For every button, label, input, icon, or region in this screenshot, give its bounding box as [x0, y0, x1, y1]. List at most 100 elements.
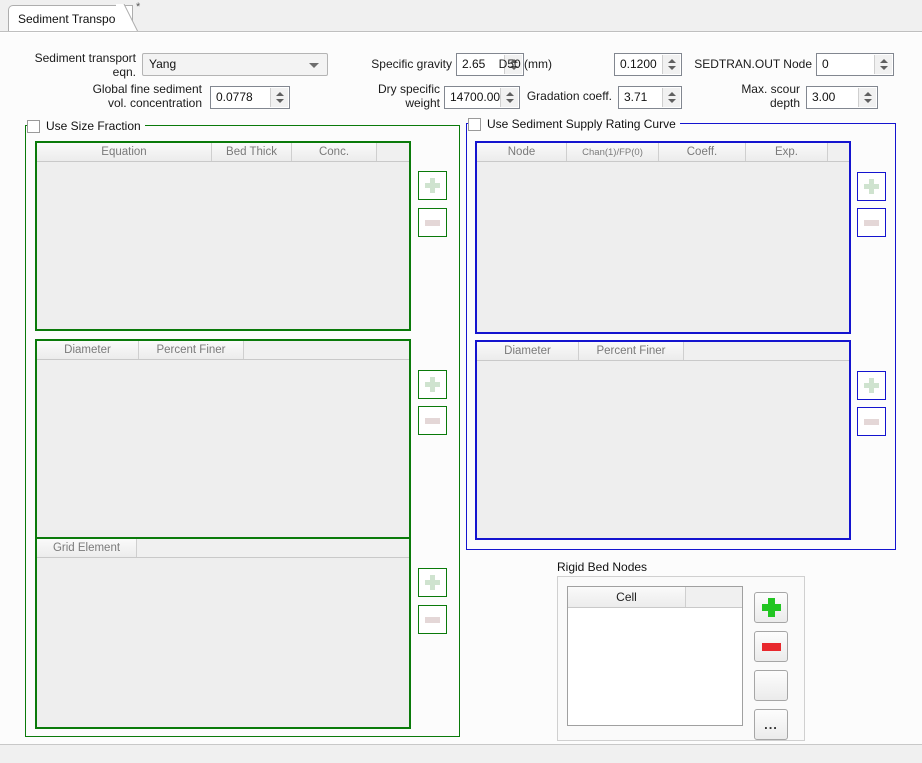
rigid-bed-nodes-add-button[interactable]: [754, 592, 788, 623]
spin-up-icon[interactable]: [864, 92, 872, 96]
supply-gradation-add-button[interactable]: [857, 371, 886, 400]
rigid-bed-nodes-title: Rigid Bed Nodes: [557, 560, 647, 574]
column-header-coeff[interactable]: Coeff.: [659, 143, 746, 161]
spin-up-icon[interactable]: [668, 92, 676, 96]
dry-specific-weight-value: 14700.00: [450, 90, 500, 104]
column-header-conc[interactable]: Conc.: [292, 143, 377, 161]
grid-element-body[interactable]: [37, 558, 409, 727]
column-header-cell[interactable]: Cell: [568, 587, 686, 607]
bottom-strip: [0, 744, 922, 763]
rating-curve-body[interactable]: [477, 162, 849, 332]
label-specific-gravity: Specific gravity: [360, 57, 452, 71]
grid-element-header: Grid Element: [37, 539, 409, 558]
equation-grid-body[interactable]: [37, 162, 409, 329]
rigid-bed-nodes-panel: Cell ...: [557, 576, 805, 741]
use-size-fraction-checkbox[interactable]: [27, 120, 40, 133]
rating-curve-add-button[interactable]: [857, 172, 886, 201]
label-global-fine-sediment: Global fine sediment vol. concentration: [30, 82, 202, 110]
sedtran-out-node-spin-buttons[interactable]: [874, 55, 892, 74]
label-gradation-coeff: Gradation coeff.: [500, 89, 612, 103]
equation-grid[interactable]: Equation Bed Thick Conc.: [35, 141, 411, 331]
label-max-scour-depth: Max. scour depth: [700, 82, 800, 110]
rating-curve-grid[interactable]: Node Chan(1)/FP(0) Coeff. Exp.: [475, 141, 851, 334]
gradation-coeff-value: 3.71: [624, 90, 647, 104]
column-header-percent-finer[interactable]: Percent Finer: [579, 342, 684, 360]
spin-down-icon[interactable]: [864, 99, 872, 103]
tab-slant-edge: [116, 4, 138, 32]
column-header-chan-fp[interactable]: Chan(1)/FP(0): [567, 143, 659, 161]
use-sediment-supply-rating-curve-label: Use Sediment Supply Rating Curve: [487, 117, 676, 131]
label-sedtran-out-node: SEDTRAN.OUT Node: [672, 57, 812, 71]
global-fine-sediment-stepper[interactable]: 0.0778: [210, 86, 290, 109]
equation-grid-add-button[interactable]: [418, 171, 447, 200]
spin-up-icon[interactable]: [880, 59, 888, 63]
column-header-equation[interactable]: Equation: [37, 143, 212, 161]
rigid-bed-nodes-more-button[interactable]: ...: [754, 709, 788, 740]
plus-icon: [425, 575, 440, 590]
spin-down-icon[interactable]: [276, 99, 284, 103]
supply-gradation-remove-button[interactable]: [857, 407, 886, 436]
use-sediment-supply-rating-curve-checkbox[interactable]: [468, 118, 481, 131]
column-header-exp[interactable]: Exp.: [746, 143, 828, 161]
spin-down-icon[interactable]: [668, 99, 676, 103]
size-fraction-gradation-grid[interactable]: Diameter Percent Finer: [35, 339, 411, 561]
label-dry-specific-weight: Dry specific weight: [358, 82, 440, 110]
plus-icon: [762, 598, 781, 617]
rating-curve-remove-button[interactable]: [857, 208, 886, 237]
plus-icon: [425, 377, 440, 392]
tab-label: Sediment Transport: [18, 12, 123, 26]
grid-element-add-button[interactable]: [418, 568, 447, 597]
rigid-bed-nodes-body[interactable]: [568, 608, 742, 725]
gradation-coeff-spin-buttons[interactable]: [662, 88, 680, 107]
tab-sediment-transport[interactable]: Sediment Transport: [8, 5, 133, 32]
gradation-coeff-stepper[interactable]: 3.71: [618, 86, 682, 109]
tab-modified-asterisk: *: [136, 2, 140, 12]
supply-gradation-header: Diameter Percent Finer: [477, 342, 849, 361]
column-header-filler: [137, 539, 409, 557]
use-sediment-supply-rating-curve-legend: Use Sediment Supply Rating Curve: [468, 116, 680, 132]
minus-icon: [762, 643, 781, 651]
sediment-transport-eqn-combo[interactable]: Yang: [142, 53, 328, 76]
sedtran-out-node-value: 0: [822, 57, 829, 71]
spin-up-icon[interactable]: [276, 92, 284, 96]
column-header-filler: [377, 143, 409, 161]
max-scour-depth-spin-buttons[interactable]: [858, 88, 876, 107]
global-fine-sediment-spin-buttons[interactable]: [270, 88, 288, 107]
column-header-filler: [684, 342, 849, 360]
d50-value: 0.1200: [620, 57, 657, 71]
spin-down-icon[interactable]: [880, 66, 888, 70]
size-fraction-gradation-remove-button[interactable]: [418, 406, 447, 435]
grid-element-remove-button[interactable]: [418, 605, 447, 634]
plus-icon: [864, 179, 879, 194]
minus-icon: [425, 617, 440, 623]
supply-gradation-grid[interactable]: Diameter Percent Finer: [475, 340, 851, 540]
use-size-fraction-label: Use Size Fraction: [46, 119, 141, 133]
sediment-transport-eqn-value: Yang: [149, 57, 176, 71]
column-header-grid-element[interactable]: Grid Element: [37, 539, 137, 557]
rigid-bed-nodes-grid[interactable]: Cell: [567, 586, 743, 726]
minus-icon: [864, 419, 879, 425]
plus-icon: [864, 378, 879, 393]
supply-gradation-body[interactable]: [477, 361, 849, 538]
equation-grid-remove-button[interactable]: [418, 208, 447, 237]
minus-icon: [864, 220, 879, 226]
column-header-diameter[interactable]: Diameter: [37, 341, 139, 359]
column-header-percent-finer[interactable]: Percent Finer: [139, 341, 244, 359]
max-scour-depth-stepper[interactable]: 3.00: [806, 86, 878, 109]
sedtran-out-node-stepper[interactable]: 0: [816, 53, 894, 76]
column-header-diameter[interactable]: Diameter: [477, 342, 579, 360]
label-sediment-transport-eqn: Sediment transport eqn.: [28, 51, 136, 79]
grid-element-grid[interactable]: Grid Element: [35, 537, 411, 729]
ellipsis-icon: ...: [755, 718, 787, 731]
size-fraction-gradation-add-button[interactable]: [418, 370, 447, 399]
plus-icon: [425, 178, 440, 193]
equation-grid-header: Equation Bed Thick Conc.: [37, 143, 409, 162]
chevron-down-icon: [309, 63, 319, 68]
column-header-node[interactable]: Node: [477, 143, 567, 161]
column-header-bed-thick[interactable]: Bed Thick: [212, 143, 292, 161]
label-d50: D50 (mm): [476, 57, 552, 71]
size-fraction-gradation-body[interactable]: [37, 360, 409, 559]
rigid-bed-nodes-remove-button[interactable]: [754, 631, 788, 662]
rigid-bed-nodes-blank-button[interactable]: [754, 670, 788, 701]
column-header-filler: [686, 587, 742, 607]
